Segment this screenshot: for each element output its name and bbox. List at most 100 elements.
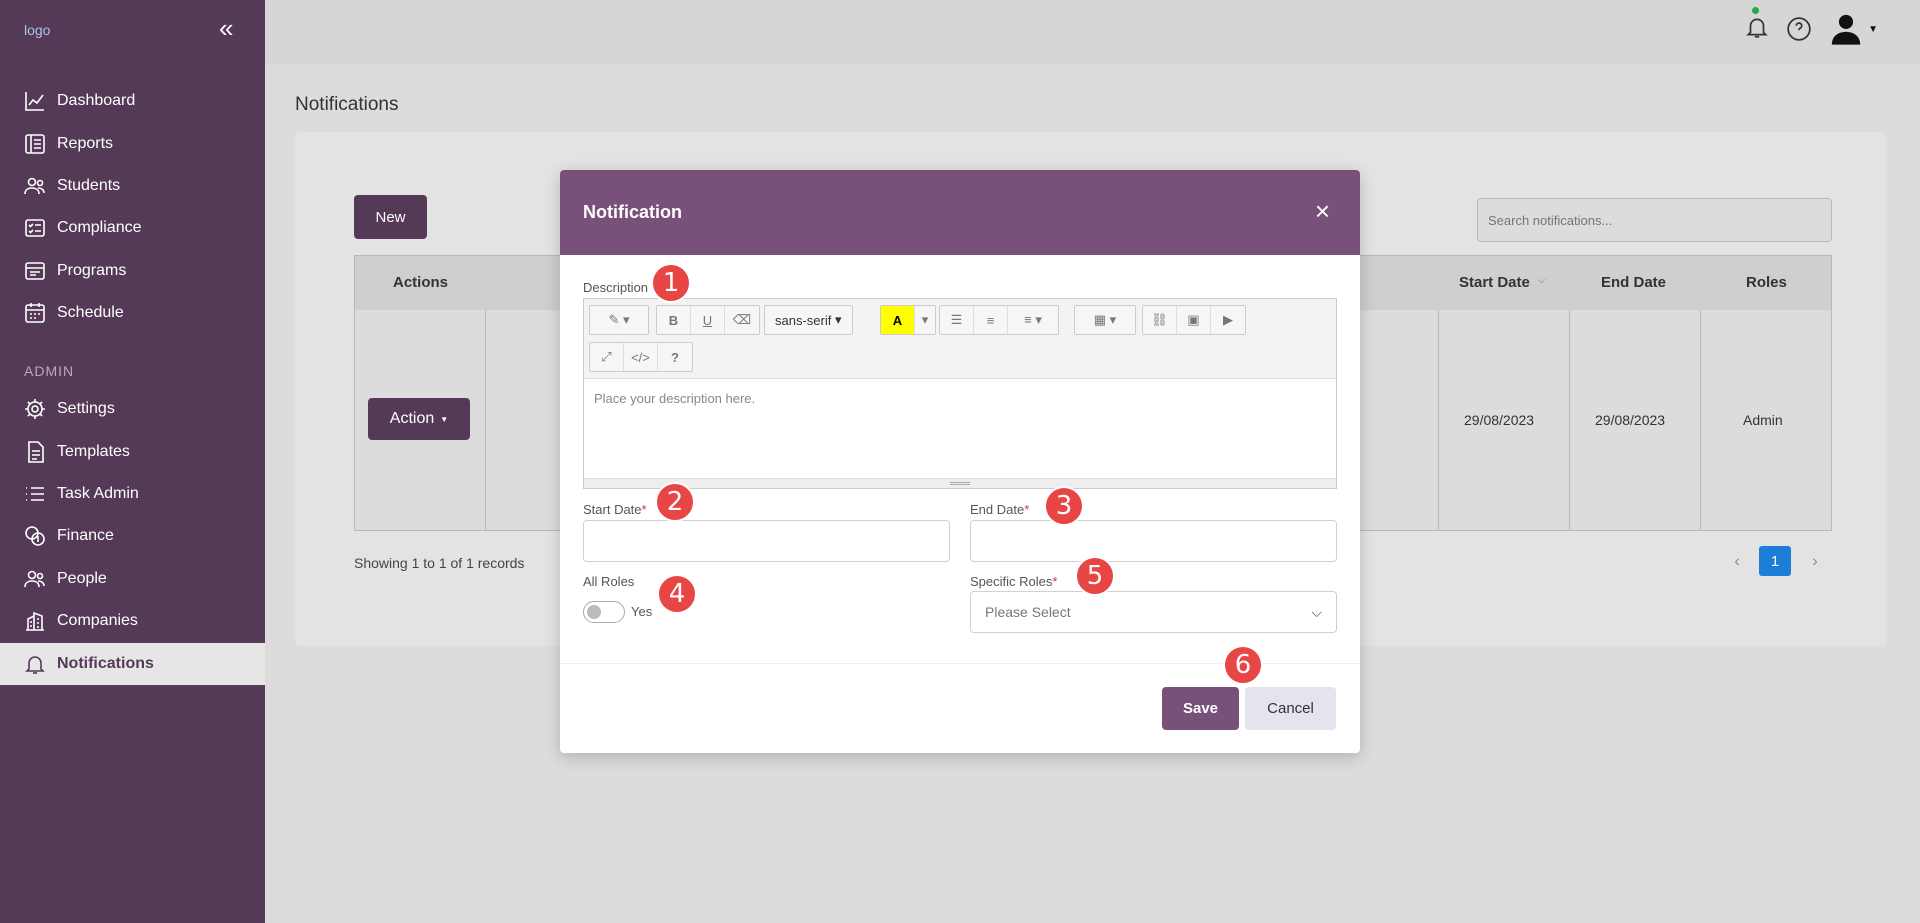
- caret-down-icon: ▼: [440, 414, 449, 424]
- header-roles: Roles: [1746, 274, 1787, 291]
- cell-start-date: 29/08/2023: [1464, 412, 1535, 428]
- underline-icon[interactable]: U: [691, 306, 725, 334]
- sidebar-item-notifications[interactable]: Notifications: [0, 643, 265, 685]
- required-mark: *: [641, 502, 647, 517]
- specific-roles-label-text: Specific Roles: [970, 574, 1053, 589]
- eraser-icon[interactable]: ⌫: [725, 306, 759, 334]
- sidebar-item-reports[interactable]: Reports: [0, 123, 265, 165]
- sidebar-item-label: Schedule: [57, 304, 124, 321]
- sidebar-item-dashboard[interactable]: Dashboard: [0, 80, 265, 122]
- logo: logo: [24, 22, 51, 38]
- fullscreen-icon[interactable]: ⤢: [590, 343, 624, 371]
- user-menu[interactable]: ▼: [1828, 12, 1878, 46]
- font-name: sans-serif: [775, 312, 832, 328]
- collapse-sidebar-icon[interactable]: «: [219, 15, 233, 41]
- start-date-label-text: Start Date: [583, 502, 642, 517]
- notifications-button[interactable]: [1744, 6, 1770, 45]
- sidebar-item-label: Compliance: [57, 219, 142, 236]
- cell-end-date: 29/08/2023: [1595, 412, 1666, 428]
- numbered-list-icon[interactable]: ≡: [974, 306, 1008, 334]
- specific-roles-select[interactable]: Please Select ⌵: [970, 591, 1337, 633]
- sidebar-item-finance[interactable]: Finance: [0, 515, 265, 557]
- end-date-input[interactable]: [970, 520, 1337, 562]
- highlight-color-icon[interactable]: A: [881, 306, 915, 334]
- resize-handle[interactable]: [584, 478, 1336, 488]
- code-view-icon[interactable]: </>: [624, 343, 658, 371]
- gear-icon: [25, 399, 45, 419]
- cell-roles: Admin: [1743, 412, 1783, 428]
- sidebar-item-label: Settings: [57, 400, 115, 417]
- sidebar-item-label: Reports: [57, 135, 114, 152]
- table-icon[interactable]: ▦ ▾: [1075, 306, 1135, 334]
- modal-title: Notification: [583, 202, 682, 222]
- action-label: Action: [389, 410, 435, 427]
- link-icon[interactable]: ⛓: [1143, 306, 1177, 334]
- sidebar-item-schedule[interactable]: Schedule: [0, 292, 265, 334]
- save-button[interactable]: Save: [1162, 687, 1239, 730]
- start-date-input[interactable]: [583, 520, 950, 562]
- sidebar-item-label: Finance: [57, 527, 114, 544]
- sidebar-item-templates[interactable]: Templates: [0, 431, 265, 473]
- new-button[interactable]: New: [354, 195, 427, 239]
- end-date-label: End Date*: [970, 502, 1029, 517]
- prev-page-icon[interactable]: ‹: [1727, 547, 1747, 577]
- sidebar-item-programs[interactable]: Programs: [0, 250, 265, 292]
- sidebar-item-label: Notifications: [57, 655, 154, 672]
- all-roles-toggle[interactable]: [583, 601, 625, 623]
- document-icon: [28, 441, 44, 463]
- description-editor[interactable]: Place your description here.: [594, 391, 755, 406]
- sidebar-item-people[interactable]: People: [0, 558, 265, 600]
- header-actions: Actions: [393, 274, 449, 291]
- editor-toolbar: ✎ ▾ B U ⌫ sans-serif ▾ A ▾ ☰ ≡ ≡ ▾ ▦ ▾ ⛓…: [584, 299, 1336, 379]
- user-avatar-icon: [1831, 14, 1861, 45]
- help-icon[interactable]: [1786, 16, 1812, 42]
- annotation-badge-4: 4: [657, 574, 697, 614]
- header-start-date[interactable]: Start Date: [1459, 274, 1530, 291]
- list-icon: [26, 487, 44, 501]
- cancel-button[interactable]: Cancel: [1245, 687, 1336, 730]
- coins-icon: [25, 526, 45, 546]
- sidebar-item-task-admin[interactable]: Task Admin: [0, 473, 265, 515]
- search-input[interactable]: [1477, 198, 1832, 242]
- bold-icon[interactable]: B: [657, 306, 691, 334]
- annotation-badge-2: 2: [655, 482, 695, 522]
- end-date-label-text: End Date: [970, 502, 1025, 517]
- sidebar-item-compliance[interactable]: Compliance: [0, 207, 265, 249]
- admin-section-label: ADMIN: [24, 363, 75, 379]
- page-1-button[interactable]: 1: [1759, 546, 1791, 576]
- building-icon: [26, 611, 44, 631]
- bullet-list-icon[interactable]: ☰: [940, 306, 974, 334]
- sidebar-item-settings[interactable]: Settings: [0, 388, 265, 430]
- sidebar-item-label: Students: [57, 177, 121, 194]
- sort-icon[interactable]: ⌵: [1538, 275, 1546, 286]
- help-icon[interactable]: ?: [658, 343, 692, 371]
- users-icon: [24, 177, 45, 195]
- image-icon[interactable]: ▣: [1177, 306, 1211, 334]
- chart-line-icon: [25, 92, 44, 111]
- sidebar-item-students[interactable]: Students: [0, 165, 265, 207]
- page-title: Notifications: [295, 94, 399, 115]
- toggle-text: Yes: [631, 604, 653, 619]
- chevron-down-icon: ⌵: [1311, 603, 1322, 620]
- required-mark: *: [1024, 502, 1030, 517]
- sidebar-item-label: Programs: [57, 262, 127, 279]
- sidebar-item-label: Task Admin: [57, 485, 139, 502]
- row-action-button[interactable]: Action ▼: [368, 398, 470, 440]
- magic-style-icon[interactable]: ✎ ▾: [590, 306, 648, 334]
- video-icon[interactable]: ▶: [1211, 306, 1245, 334]
- people-icon: [24, 570, 45, 588]
- all-roles-label: All Roles: [583, 574, 635, 589]
- modal-header: Notification ×: [560, 170, 1360, 255]
- font-family-select[interactable]: sans-serif ▾: [765, 306, 852, 334]
- annotation-badge-6: 6: [1223, 645, 1263, 685]
- chevron-down-icon[interactable]: ▾: [915, 306, 935, 334]
- online-dot: [1752, 6, 1760, 14]
- sidebar-item-label: Dashboard: [57, 92, 136, 109]
- browser-icon: [25, 262, 45, 280]
- select-placeholder: Please Select: [985, 604, 1071, 620]
- next-page-icon[interactable]: ›: [1805, 547, 1825, 577]
- close-icon[interactable]: ×: [1315, 196, 1330, 226]
- sidebar-item-companies[interactable]: Companies: [0, 600, 265, 642]
- align-icon[interactable]: ≡ ▾: [1008, 306, 1058, 334]
- sidebar-item-label: People: [57, 570, 107, 587]
